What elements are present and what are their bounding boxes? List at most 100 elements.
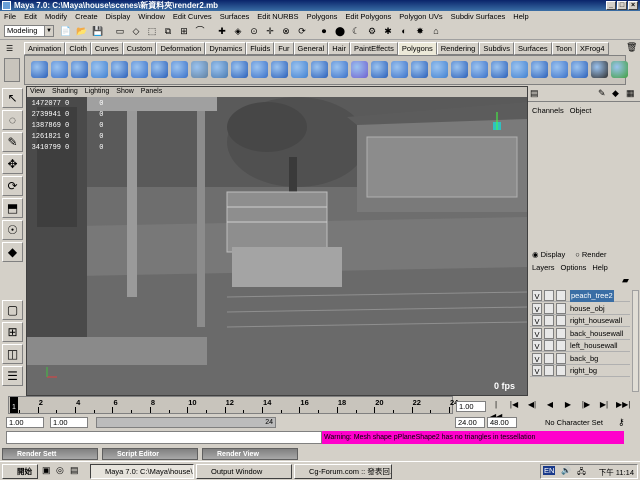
viewport-menu-shading[interactable]: Shading (52, 87, 78, 97)
volume-icon[interactable]: 🔊 (561, 466, 571, 475)
layer-menu-layers[interactable]: Layers (532, 263, 555, 272)
settings-icon[interactable]: ⚙ (366, 25, 378, 37)
playback-start-field[interactable]: 1.00 (50, 417, 88, 428)
attribute-editor-icon[interactable]: ✎ (598, 88, 606, 99)
shelf-tab-dynamics[interactable]: Dynamics (205, 42, 247, 55)
shelf-tool-icon[interactable] (391, 61, 408, 78)
step-back-icon[interactable]: ◀| (526, 399, 538, 411)
shelf-tab-cloth[interactable]: Cloth (65, 42, 91, 55)
menu-modify[interactable]: Modify (45, 11, 67, 23)
shading-icon[interactable]: ◐ (398, 25, 410, 37)
minimize-button[interactable]: _ (606, 1, 616, 10)
shelf-tab-general[interactable]: General (293, 42, 329, 55)
command-line-input[interactable] (6, 431, 322, 444)
current-frame-marker[interactable]: 1 (10, 397, 18, 413)
shelf-tool-icon[interactable] (251, 61, 268, 78)
input-ops-icon[interactable]: ✛ (264, 25, 276, 37)
lasso-tool-icon[interactable]: ◌ (2, 110, 23, 130)
shelf-tab-custom[interactable]: Custom (122, 42, 157, 55)
shelf-tool-icon[interactable] (471, 61, 488, 78)
minimized-panel[interactable]: Render Sett (2, 448, 98, 460)
menu-create[interactable]: Create (75, 11, 98, 23)
shelf-tool-icon[interactable] (211, 61, 228, 78)
history-icon[interactable]: ⟳ (296, 25, 308, 37)
layer-row[interactable]: Vback_bg (530, 352, 630, 365)
layout-outliner-icon[interactable]: ☰ (2, 366, 23, 386)
shelf-tool-icon[interactable] (491, 61, 508, 78)
shelf-tool-icon[interactable] (271, 61, 288, 78)
menu-surfaces[interactable]: Surfaces (220, 11, 250, 23)
layer-color-swatch[interactable] (556, 340, 566, 351)
layer-type-toggle[interactable] (544, 302, 554, 314)
move-tool-icon[interactable]: ✥ (2, 154, 23, 174)
layer-type-toggle[interactable] (544, 365, 554, 376)
shelf-tab-toon[interactable]: Toon (551, 42, 576, 55)
layer-visibility-toggle[interactable]: V (532, 315, 542, 326)
menu-polygon-uvs[interactable]: Polygon UVs (399, 11, 442, 23)
layout-single-icon[interactable]: ▢ (2, 300, 23, 320)
mode-select[interactable]: Modeling ▼ (4, 25, 54, 37)
shelf-tab-animation[interactable]: Animation (24, 42, 66, 55)
shelf-tool-icon[interactable] (91, 61, 108, 78)
shelf-tool-icon[interactable] (551, 61, 568, 78)
render-icon[interactable]: ⏺ (318, 25, 330, 37)
shelf-tool-icon[interactable] (231, 61, 248, 78)
menu-edit-curves[interactable]: Edit Curves (173, 11, 212, 23)
layer-color-swatch[interactable] (556, 365, 566, 376)
viewport-menu-lighting[interactable]: Lighting (85, 87, 110, 97)
shelf-tab-rendering[interactable]: Rendering (436, 42, 480, 55)
taskbar-item[interactable]: Cg-Forum.com :: 發表回... (294, 464, 392, 479)
shelf-tab-painteffects[interactable]: PaintEffects (350, 42, 398, 55)
go-to-end-icon[interactable]: ▶▶| (616, 399, 630, 411)
shelf-tool-icon[interactable] (151, 61, 168, 78)
layer-scrollbar[interactable] (632, 290, 639, 392)
shelf-tab-subdivs[interactable]: Subdivs (479, 42, 515, 55)
shelf-tool-icon[interactable] (511, 61, 528, 78)
tool-settings-icon[interactable]: ◆ (612, 88, 619, 99)
lights-icon[interactable]: ✸ (414, 25, 426, 37)
shelf-tab-fur[interactable]: Fur (274, 42, 294, 55)
layer-row[interactable]: Vright_housewall (530, 315, 630, 327)
shelf-tool-icon[interactable] (591, 61, 608, 78)
minimized-panel[interactable]: Render View (202, 448, 298, 460)
layer-visibility-toggle[interactable]: V (532, 302, 542, 314)
current-time-field[interactable]: 1.00 (456, 401, 486, 412)
shelf-tool-icon[interactable] (351, 61, 368, 78)
layer-menu-help[interactable]: Help (592, 263, 607, 272)
layer-visibility-toggle[interactable]: V (532, 327, 542, 339)
step-forward-icon[interactable]: |▶ (580, 399, 592, 411)
shelf-options-icon[interactable] (4, 58, 20, 82)
menu-edit-nurbs[interactable]: Edit NURBS (257, 11, 298, 23)
shelf-tool-icon[interactable] (451, 61, 468, 78)
home-icon[interactable]: ⌂ (430, 25, 442, 37)
close-button[interactable]: × (628, 1, 638, 10)
layer-type-toggle[interactable] (544, 352, 554, 364)
shelf-tool-icon[interactable] (71, 61, 88, 78)
trash-icon[interactable]: 🗑 (626, 42, 638, 54)
hypershade-icon[interactable]: ✱ (382, 25, 394, 37)
last-tool-icon[interactable]: ◆ (2, 242, 23, 262)
render-globals-icon[interactable]: ☾ (350, 25, 362, 37)
shelf-tool-icon[interactable] (131, 61, 148, 78)
mask-icon[interactable]: ⧉ (162, 25, 174, 37)
paint-select-icon[interactable]: ✎ (2, 132, 23, 152)
layer-color-swatch[interactable] (556, 315, 566, 326)
channel-menu-channels[interactable]: Channels (532, 106, 564, 115)
snap-grid-icon[interactable]: ⊞ (178, 25, 190, 37)
taskbar-item[interactable]: Output Window (196, 464, 292, 479)
menu-display[interactable]: Display (106, 11, 131, 23)
shelf-tool-icon[interactable] (611, 61, 628, 78)
maximize-button[interactable]: □ (617, 1, 627, 10)
end-time-field[interactable]: 48.00 (487, 417, 517, 428)
make-live-icon[interactable]: ⊙ (248, 25, 260, 37)
layer-editor-icon[interactable]: ▦ (626, 88, 635, 99)
select-object-icon[interactable]: ◇ (130, 25, 142, 37)
scale-tool-icon[interactable]: ⬒ (2, 198, 23, 218)
shelf-tool-icon[interactable] (531, 61, 548, 78)
language-indicator[interactable]: EN (543, 466, 556, 475)
start-time-field[interactable]: 1.00 (6, 417, 44, 428)
character-set-select[interactable]: No Character Set (545, 417, 615, 428)
step-forward-key-icon[interactable]: ▶| (598, 399, 610, 411)
step-back-key-icon[interactable]: |◀ (508, 399, 520, 411)
layer-color-swatch[interactable] (556, 327, 566, 339)
